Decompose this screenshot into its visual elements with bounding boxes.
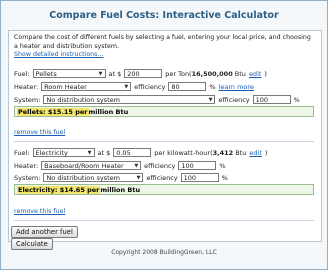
- page-title: Compare Fuel Costs: Interactive Calculat…: [49, 10, 279, 21]
- at-label: at $: [108, 69, 122, 78]
- heater-select-2[interactable]: Baseboard/Room Heater ▼: [41, 161, 142, 170]
- remove-fuel-link-2[interactable]: remove this fuel: [14, 208, 65, 215]
- system-label: System:: [14, 173, 41, 182]
- system-select-1[interactable]: No distribution system ▼: [43, 95, 216, 104]
- add-fuel-button[interactable]: Add another fuel: [11, 226, 78, 238]
- system-efficiency-input-1[interactable]: 100: [252, 95, 291, 104]
- chevron-down-icon: ▼: [124, 83, 129, 90]
- system-efficiency-input-2[interactable]: 100: [180, 173, 219, 182]
- fuel-row-2: Fuel: Electricity ▼ at $ 0.05 per kilowat…: [14, 148, 268, 157]
- at-label: at $: [97, 148, 111, 157]
- efficiency-label: efficiency: [218, 95, 250, 104]
- intro-description: Compare the cost of different fuels by s…: [14, 34, 311, 50]
- chevron-down-icon: ▼: [136, 174, 141, 181]
- result-box-2: Electricity: $14.65 per million Btu: [14, 184, 314, 195]
- efficiency-label: efficiency: [134, 82, 166, 91]
- learn-more-link[interactable]: learn more: [219, 83, 254, 91]
- heater-row-2: Heater: Baseboard/Room Heater ▼ efficienc…: [14, 161, 226, 170]
- show-instructions-link[interactable]: Show detailed instructions...: [14, 51, 103, 58]
- result-box-1: Pellets: $15.15 per million Btu: [14, 106, 314, 117]
- edit-link-1[interactable]: edit: [249, 70, 261, 78]
- chevron-down-icon: ▼: [208, 96, 213, 103]
- fuel-select-1[interactable]: Pellets ▼: [32, 69, 106, 78]
- heater-select-1[interactable]: Room Heater ▼: [41, 82, 132, 91]
- heater-label: Heater:: [14, 82, 39, 91]
- chevron-down-icon: ▼: [134, 162, 139, 169]
- system-label: System:: [14, 95, 41, 104]
- unit-label-1: per Ton(16,500,000 Btu: [165, 69, 246, 78]
- divider: [14, 141, 314, 142]
- system-row-1: System: No distribution system ▼ efficien…: [14, 95, 300, 104]
- system-select-2[interactable]: No distribution system ▼: [43, 173, 144, 182]
- intro-text: Compare the cost of different fuels by s…: [14, 34, 314, 60]
- fuel-select-2[interactable]: Electricity ▼: [32, 148, 95, 157]
- efficiency-label: efficiency: [144, 161, 176, 170]
- fuel-label: Fuel:: [14, 69, 30, 78]
- edit-link-2[interactable]: edit: [249, 149, 261, 157]
- price-input-1[interactable]: 200: [124, 69, 163, 78]
- heater-label: Heater:: [14, 161, 39, 170]
- remove-fuel-link-1[interactable]: remove this fuel: [14, 129, 65, 136]
- fuel-row-1: Fuel: Pellets ▼ at $ 200 per Ton(16,500,0…: [14, 69, 267, 78]
- copyright-text: Copyright 2008 BuildingGreen, LLC: [111, 249, 217, 256]
- chevron-down-icon: ▼: [87, 149, 92, 156]
- heater-efficiency-input-2[interactable]: 100: [178, 161, 217, 170]
- heater-efficiency-input-1[interactable]: 80: [168, 82, 207, 91]
- system-row-2: System: No distribution system ▼ efficien…: [14, 173, 228, 182]
- price-input-2[interactable]: 0.05: [113, 148, 152, 157]
- calculator-panel: Compare the cost of different fuels by s…: [8, 30, 322, 242]
- divider: [14, 220, 314, 221]
- fuel-label: Fuel:: [14, 148, 30, 157]
- efficiency-label: efficiency: [146, 173, 178, 182]
- unit-label-2: per kilowatt-hour(3,412 Btu: [154, 148, 247, 157]
- heater-row-1: Heater: Room Heater ▼ efficiency 80 % lea…: [14, 82, 254, 91]
- chevron-down-icon: ▼: [98, 70, 103, 77]
